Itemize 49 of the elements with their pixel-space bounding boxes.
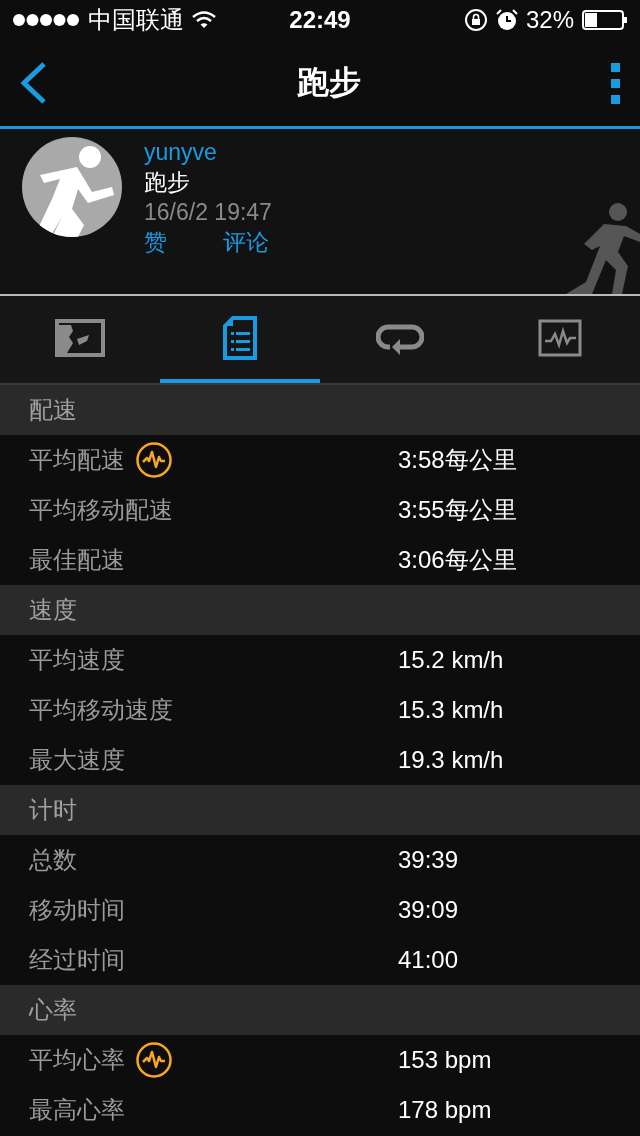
stat-label: 平均配速	[29, 445, 125, 475]
battery-icon	[582, 10, 628, 30]
stat-label: 最大速度	[29, 745, 125, 775]
chart-tab-icon	[538, 318, 582, 357]
battery-percent: 32%	[525, 6, 574, 34]
stat-label: 总数	[29, 845, 77, 875]
stat-value: 178 bpm	[398, 1096, 492, 1124]
stat-value: 153 bpm	[398, 1046, 492, 1074]
stat-label: 移动时间	[29, 895, 125, 925]
action-link[interactable]: 评论	[223, 227, 269, 257]
map-tab-icon	[55, 318, 105, 357]
page-title: 跑步	[297, 63, 361, 102]
clock-time: 22:49	[289, 6, 351, 34]
runner-icon	[566, 202, 640, 294]
heart-rate-icon	[135, 1041, 173, 1079]
stat-label: 平均移动配速	[29, 495, 173, 525]
stat-value: 15.2 km/h	[398, 646, 504, 674]
activity-date: 16/6/2 19:47	[144, 198, 272, 227]
user-name: yunyve	[144, 138, 218, 167]
alarm-icon	[495, 9, 518, 31]
stat-label: 经过时间	[29, 945, 125, 975]
stat-label: 最高心率	[29, 1095, 125, 1125]
stat-value: 39:39	[398, 846, 459, 874]
stat-label: 平均速度	[29, 645, 125, 675]
stat-label: 平均移动速度	[29, 695, 173, 725]
activity-type: 跑步	[144, 168, 191, 197]
avatar-icon	[22, 137, 122, 237]
stat-value: 3:06每公里	[398, 545, 517, 575]
stat-value: 15.3 km/h	[398, 696, 504, 724]
rotation-lock-icon	[463, 8, 488, 32]
back-icon	[18, 61, 48, 105]
more-icon	[610, 61, 622, 105]
section-header: 计时	[29, 795, 77, 825]
stat-label: 平均心率	[29, 1045, 125, 1075]
section-header: 心率	[29, 995, 77, 1025]
stat-value: 39:09	[398, 896, 459, 924]
stat-label: 最佳配速	[29, 545, 125, 575]
section-header: 配速	[29, 395, 77, 425]
list-tab-icon	[223, 315, 257, 360]
section-header: 速度	[29, 595, 77, 625]
action-link[interactable]: 赞	[144, 227, 167, 257]
heart-rate-icon	[135, 441, 173, 479]
stat-value: 19.3 km/h	[398, 746, 504, 774]
stat-value: 41:00	[398, 946, 459, 974]
stat-value: 3:55每公里	[398, 495, 517, 525]
wifi-icon	[192, 11, 216, 29]
stat-value: 3:58每公里	[398, 445, 517, 475]
signal-icon	[12, 13, 80, 27]
carrier-name: 中国联通	[88, 5, 184, 35]
